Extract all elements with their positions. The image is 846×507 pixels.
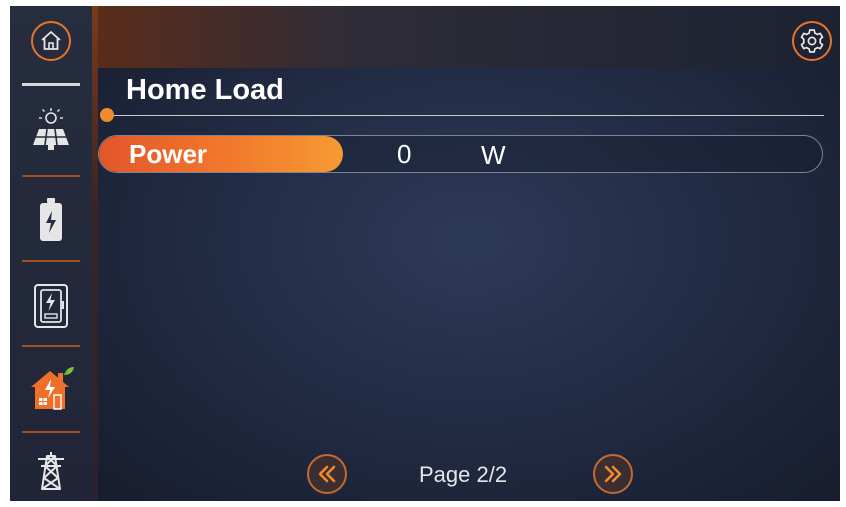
top-bar: [98, 6, 840, 68]
inverter-icon: [34, 284, 68, 328]
double-chevron-left-icon: [318, 465, 336, 483]
gear-icon: [800, 29, 824, 53]
home-load-icon: [31, 367, 74, 410]
prev-page-button[interactable]: [307, 454, 347, 494]
home-button[interactable]: [31, 21, 71, 61]
sidebar-item-home[interactable]: [10, 20, 92, 62]
content-panel: [98, 68, 840, 501]
power-unit: W: [481, 140, 506, 170]
sidebar-divider: [22, 175, 80, 177]
sidebar-item-inverter[interactable]: [10, 278, 92, 334]
page-title: Home Load: [126, 74, 284, 106]
double-chevron-right-icon: [604, 465, 622, 483]
power-row: Power 0 W: [98, 135, 823, 173]
title-underline: [106, 115, 824, 116]
next-page-button[interactable]: [593, 454, 633, 494]
solar-panel-icon: [33, 108, 69, 150]
sidebar-item-grid[interactable]: [10, 446, 92, 496]
title-marker: [100, 108, 114, 122]
sidebar-item-solar[interactable]: [10, 102, 92, 158]
sidebar-divider: [22, 431, 80, 433]
settings-button[interactable]: [792, 21, 832, 61]
page-indicator: Page 2/2: [419, 462, 508, 487]
sidebar: [10, 6, 92, 501]
power-grid-icon: [38, 452, 64, 490]
home-icon: [41, 31, 61, 50]
sidebar-item-home-load[interactable]: [10, 362, 92, 414]
sidebar-divider: [22, 83, 80, 86]
battery-icon: [40, 198, 62, 241]
sidebar-divider: [22, 345, 80, 347]
power-label: Power: [99, 136, 343, 172]
sidebar-item-battery[interactable]: [10, 192, 92, 248]
power-value: 0: [397, 139, 412, 169]
sidebar-divider: [22, 260, 80, 262]
